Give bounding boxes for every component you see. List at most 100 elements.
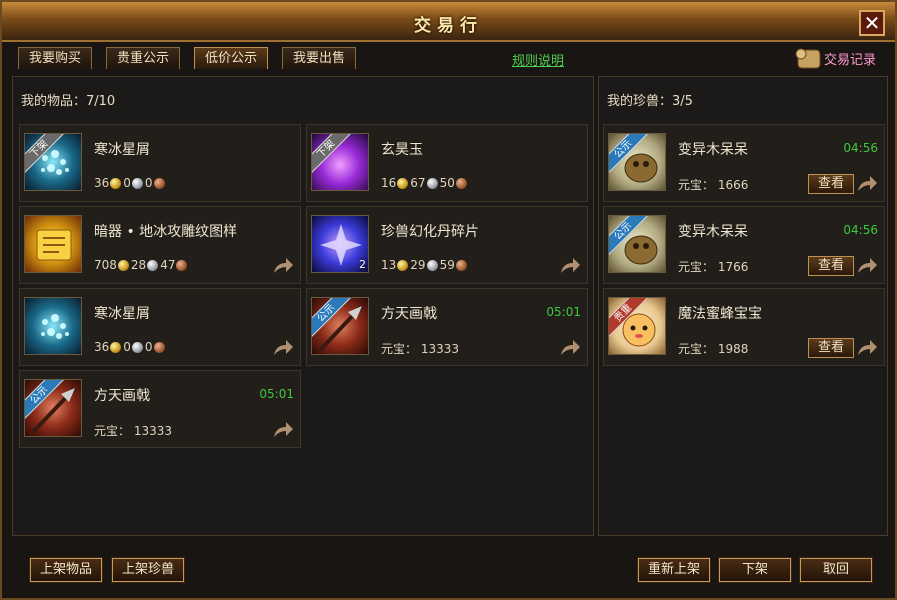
retrieve-button[interactable]: 取回: [799, 557, 873, 583]
delist-button[interactable]: 下架: [718, 557, 792, 583]
tab-buy[interactable]: 我要购买: [18, 47, 93, 69]
gold-coin-icon: [110, 341, 122, 353]
scroll-pattern-icon: [24, 215, 82, 273]
silver-coin-icon: [147, 259, 159, 271]
countdown-timer: 04:56: [843, 223, 878, 237]
silver-amount: 0: [123, 340, 131, 354]
relist-button[interactable]: 重新上架: [637, 557, 711, 583]
copper-amount: 59: [439, 258, 455, 272]
item-price: 36 0 0: [94, 176, 167, 190]
silver-coin-icon: [426, 259, 438, 271]
turn-arrow-icon[interactable]: [856, 257, 878, 275]
halberd-icon: 公示: [311, 297, 369, 355]
copper-coin-icon: [455, 177, 467, 189]
pet-price: 元宝： 1666: [678, 178, 749, 192]
item-card[interactable]: 公示 方天画戟 05:01 元宝： 13333: [306, 288, 588, 366]
tab-sell[interactable]: 我要出售: [282, 47, 357, 69]
silver-amount: 29: [410, 258, 426, 272]
item-name: 方天画戟: [381, 306, 437, 322]
copper-amount: 50: [439, 176, 455, 190]
window-title: 交易行: [414, 16, 483, 36]
tab-valuable-notice[interactable]: 贵重公示: [106, 47, 181, 69]
stack-count: 2: [359, 258, 366, 271]
gold-amount: 708: [94, 258, 117, 272]
gold-coin-icon: [117, 259, 129, 271]
wooden-pet-icon: 公示: [608, 215, 666, 273]
item-price: 元宝： 13333: [381, 342, 459, 356]
item-price: 元宝： 13333: [94, 424, 172, 438]
items-count-header: 我的物品：7/10: [21, 94, 116, 109]
copper-coin-icon: [153, 341, 165, 353]
turn-arrow-icon[interactable]: [559, 257, 581, 275]
item-price: 708 28 47: [94, 258, 189, 272]
turn-arrow-icon[interactable]: [272, 339, 294, 357]
bee-pet-icon: 贵重: [608, 297, 666, 355]
item-card[interactable]: 暗器 • 地冰攻雕纹图样 708 28 47: [19, 206, 301, 284]
turn-arrow-icon[interactable]: [272, 257, 294, 275]
gold-amount: 36: [94, 176, 110, 190]
gold-coin-icon: [397, 259, 409, 271]
silver-amount: 0: [123, 176, 131, 190]
item-card[interactable]: 下架 寒冰星屑 36 0 0: [19, 124, 301, 202]
view-pet-button[interactable]: 查看: [808, 256, 854, 276]
ice-shards-icon: 下架: [24, 133, 82, 191]
ice-shards-icon: [24, 297, 82, 355]
item-name: 珍兽幻化丹碎片: [381, 224, 479, 240]
copper-amount: 47: [160, 258, 176, 272]
wooden-pet-icon: 公示: [608, 133, 666, 191]
silver-coin-icon: [131, 341, 143, 353]
pets-count-header: 我的珍兽：3/5: [607, 94, 693, 109]
title-bar: 交易行 ✕: [2, 2, 895, 42]
pet-card[interactable]: 公示 变异木呆呆 04:56 元宝： 1666 查看: [603, 124, 885, 202]
copper-coin-icon: [455, 259, 467, 271]
trade-log-button[interactable]: 交易记录: [794, 46, 876, 70]
countdown-timer: 05:01: [259, 387, 294, 401]
item-card[interactable]: 公示 方天画戟 05:01 元宝： 13333: [19, 370, 301, 448]
copper-coin-icon: [153, 177, 165, 189]
silver-coin-icon: [426, 177, 438, 189]
trading-window: 交易行 ✕ 我要购买 贵重公示 低价公示 我要出售 规则说明 交易记录 我的物品…: [0, 0, 897, 600]
copper-coin-icon: [176, 259, 188, 271]
view-pet-button[interactable]: 查看: [808, 174, 854, 194]
item-card[interactable]: 下架 玄昊玉 16 67 50: [306, 124, 588, 202]
countdown-timer: 05:01: [546, 305, 581, 319]
view-pet-button[interactable]: 查看: [808, 338, 854, 358]
item-name: 寒冰星屑: [94, 306, 150, 322]
item-price: 16 67 50: [381, 176, 469, 190]
gold-coin-icon: [110, 177, 122, 189]
item-name: 方天画戟: [94, 388, 150, 404]
turn-arrow-icon[interactable]: [856, 175, 878, 193]
status-badge: 下架: [312, 134, 353, 176]
turn-arrow-icon[interactable]: [272, 421, 294, 439]
item-price: 13 29 59: [381, 258, 469, 272]
tab-low-price-notice[interactable]: 低价公示: [194, 47, 269, 69]
list-pet-button[interactable]: 上架珍兽: [111, 557, 185, 583]
item-name: 玄昊玉: [381, 142, 423, 158]
pet-pill-fragment-icon: 2: [311, 215, 369, 273]
turn-arrow-icon[interactable]: [856, 339, 878, 357]
copper-amount: 0: [144, 340, 153, 354]
pet-name: 魔法蜜蜂宝宝: [678, 306, 762, 322]
purple-jade-icon: 下架: [311, 133, 369, 191]
countdown-timer: 04:56: [843, 141, 878, 155]
gold-amount: 16: [381, 176, 397, 190]
pet-card[interactable]: 公示 变异木呆呆 04:56 元宝： 1766 查看: [603, 206, 885, 284]
gold-amount: 13: [381, 258, 397, 272]
pet-card[interactable]: 贵重 魔法蜜蜂宝宝 元宝： 1988 查看: [603, 288, 885, 366]
pet-name: 变异木呆呆: [678, 224, 748, 240]
close-button[interactable]: ✕: [859, 10, 885, 36]
pet-price: 元宝： 1988: [678, 342, 749, 356]
rules-link[interactable]: 规则说明: [512, 50, 564, 69]
list-item-button[interactable]: 上架物品: [29, 557, 103, 583]
gold-coin-icon: [397, 177, 409, 189]
turn-arrow-icon[interactable]: [559, 339, 581, 357]
trade-log-label: 交易记录: [824, 52, 877, 68]
item-card[interactable]: 寒冰星屑 36 0 0: [19, 288, 301, 366]
item-name: 寒冰星屑: [94, 142, 150, 158]
item-card[interactable]: 2 珍兽幻化丹碎片 13 29 59: [306, 206, 588, 284]
copper-amount: 0: [144, 176, 153, 190]
silver-amount: 28: [130, 258, 147, 272]
silver-coin-icon: [131, 177, 143, 189]
pet-price: 元宝： 1766: [678, 260, 749, 274]
pet-name: 变异木呆呆: [678, 142, 748, 158]
